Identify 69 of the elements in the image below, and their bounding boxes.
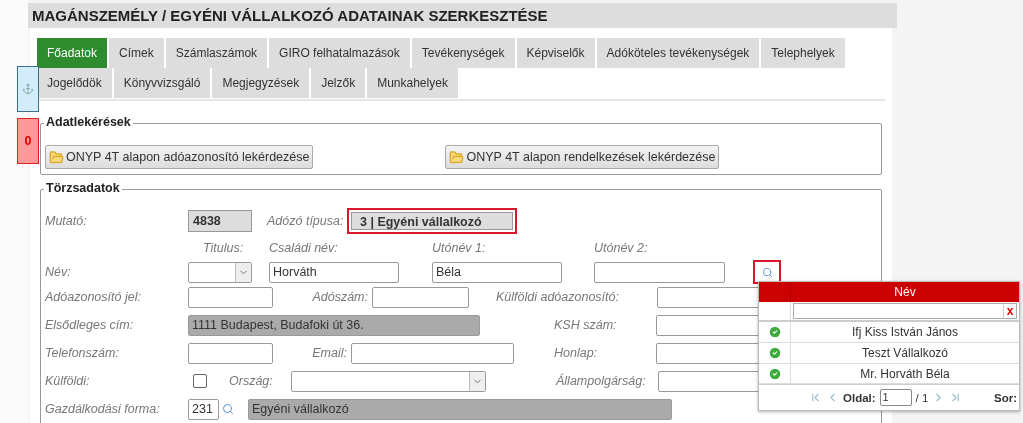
tab[interactable]: Könyvvizsgáló — [113, 68, 211, 98]
tab[interactable]: Főadatok — [37, 38, 108, 68]
field-label: Email: — [311, 346, 347, 360]
field-label: Utónév 1: — [432, 241, 487, 255]
anchor-icon — [22, 83, 34, 95]
column-header: Név — [893, 284, 917, 301]
tax-number-field[interactable] — [372, 286, 469, 308]
business-form-field: Egyéni vállalkozó — [248, 398, 672, 420]
family-name-field[interactable]: Horváth — [269, 261, 399, 283]
field-label: Adózó típusa: — [267, 214, 345, 228]
field-label: Külföldi adóazonosító: — [495, 290, 619, 304]
field-label: Gazdálkodási forma: — [45, 402, 161, 416]
tab[interactable]: Jogelődök — [37, 68, 112, 98]
field-label: Mutató: — [45, 214, 88, 228]
page-title: MAGÁNSZEMÉLY / EGYÉNI VÁLLALKOZÓ ADATAINAK SZERKESZTÉSE — [28, 3, 897, 28]
page-field[interactable]: 1 — [879, 389, 912, 407]
folder-icon — [449, 149, 465, 165]
field-label: Titulus: — [202, 241, 245, 255]
tab[interactable]: Címek — [109, 38, 164, 68]
title-select[interactable] — [188, 261, 252, 283]
name-cell[interactable]: Ifj Kiss István János — [791, 324, 1019, 339]
email-field[interactable] — [351, 342, 514, 364]
field-label: Állampolgárság: — [556, 374, 647, 388]
anchor-tab[interactable] — [17, 66, 39, 112]
tab[interactable]: Adóköteles tevékenységek — [596, 38, 760, 68]
clear-button[interactable]: x — [1003, 304, 1016, 318]
business-form-code-field[interactable]: 231 — [188, 398, 219, 420]
query-button[interactable]: ONYP 4T alapon adóazonosító lekérdezése — [45, 145, 314, 169]
section-legend: Adatlekérések — [44, 115, 133, 129]
field-label: Utónév 2: — [594, 241, 649, 255]
field-label: Elsődleges cím: — [45, 318, 135, 332]
phone-field[interactable] — [188, 342, 273, 364]
field-label: Név: — [45, 265, 72, 279]
foreign-checkbox[interactable] — [193, 374, 207, 388]
name-cell[interactable]: Mr. Horváth Béla — [791, 366, 1019, 381]
filter-field[interactable]: x — [793, 303, 1017, 319]
search-icon[interactable] — [222, 403, 234, 415]
tab[interactable]: Képviselők — [516, 38, 595, 68]
tab[interactable]: Számlaszámok — [165, 38, 268, 68]
tab[interactable]: Megjegyzések — [212, 68, 310, 98]
tab[interactable]: Tevékenységek — [411, 38, 515, 68]
page-label: Oldal: — [843, 391, 876, 404]
field-label: Adóazonosító jel: — [45, 290, 142, 304]
search-button[interactable] — [753, 260, 781, 284]
folder-icon — [49, 149, 64, 165]
field-label: Honlap: — [554, 346, 599, 360]
field-label: Külföldi: — [45, 374, 91, 388]
given-name-field[interactable] — [594, 261, 725, 283]
section-legend: Törzsadatok — [44, 181, 122, 195]
tax-id-field[interactable] — [188, 286, 273, 308]
field-label: Ország: — [229, 374, 274, 388]
taxpayer-type-field: 3 | Egyéni vállalkozó — [347, 208, 517, 234]
given-name-field[interactable]: Béla — [432, 261, 562, 283]
page-total: / 1 — [915, 391, 929, 404]
address-field: 1111 Budapest, Budafoki út 36. — [188, 314, 480, 336]
tab[interactable]: GIRO felhatalmazások — [269, 38, 410, 68]
id-field: 4838 — [188, 210, 252, 232]
tab[interactable]: Telephelyek — [761, 38, 845, 68]
tab[interactable]: Jelzők — [311, 68, 366, 98]
search-icon — [761, 266, 773, 278]
tab[interactable]: Munkahelyek — [367, 68, 458, 98]
field-label: Telefonszám: — [45, 346, 120, 360]
query-button[interactable]: ONYP 4T alapon rendelkezések lekérdezése — [445, 145, 720, 169]
name-cell[interactable]: Teszt Vállalkozó — [791, 345, 1019, 360]
country-select[interactable] — [291, 370, 486, 392]
field-label: Családi név: — [269, 241, 339, 255]
field-label: Adószám: — [311, 290, 368, 304]
field-label: KSH szám: — [554, 318, 618, 332]
rows-label: Sor: — [994, 391, 1017, 404]
